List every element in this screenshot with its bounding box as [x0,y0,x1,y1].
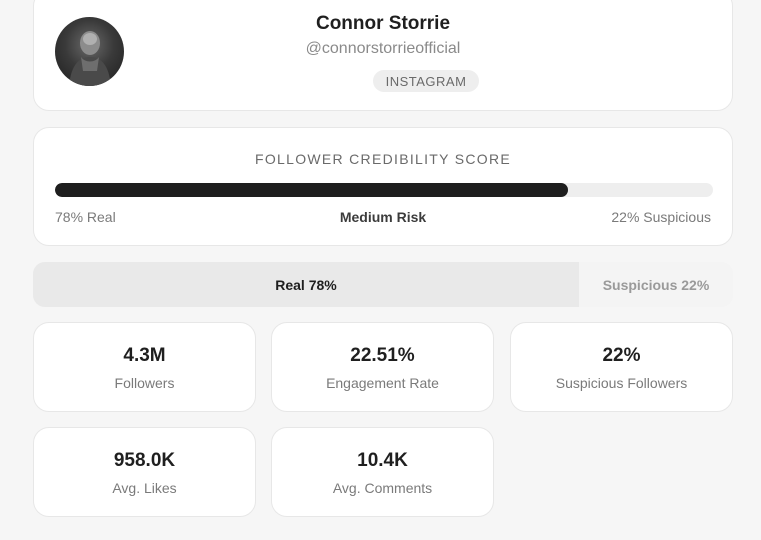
stat-card-suspicious-followers: 22% Suspicious Followers [510,322,733,412]
stat-label: Avg. Comments [332,480,433,496]
stat-card-avg-comments: 10.4K Avg. Comments [271,427,494,517]
stat-card-followers: 4.3M Followers [33,322,256,412]
stat-label: Avg. Likes [112,480,177,496]
stat-value: 22% [602,345,641,366]
credibility-title: FOLLOWER CREDIBILITY SCORE [254,151,512,167]
split-suspicious-segment: Suspicious 22% [579,262,733,307]
profile-name: Connor Storrie [315,13,451,34]
stat-value: 10.4K [357,450,408,471]
stat-card-engagement-rate: 22.51% Engagement Rate [271,322,494,412]
profile-handle: @connorstorrieofficial [305,40,461,57]
stat-label: Suspicious Followers [555,375,688,391]
stat-value: 22.51% [350,345,415,366]
credibility-score-card: FOLLOWER CREDIBILITY SCORE 78% Real Medi… [33,127,733,246]
stat-value: 958.0K [113,450,176,471]
profile-card: Connor Storrie @connorstorrieofficial IN… [33,0,733,111]
stat-value: 4.3M [123,345,166,366]
real-suspicious-split-bar: Real 78% Suspicious 22% [33,262,733,307]
stat-label: Engagement Rate [326,375,439,391]
stat-label: Followers [114,375,175,391]
split-real-segment: Real 78% [33,262,579,307]
platform-badge: INSTAGRAM [373,70,479,92]
influencer-report-page: Connor Storrie @connorstorrieofficial IN… [0,0,761,540]
credibility-progress-fill [55,183,569,197]
suspicious-percentage-label: 22% Suspicious [611,209,711,225]
credibility-progress-track [55,183,713,197]
stat-card-avg-likes: 958.0K Avg. Likes [33,427,256,517]
